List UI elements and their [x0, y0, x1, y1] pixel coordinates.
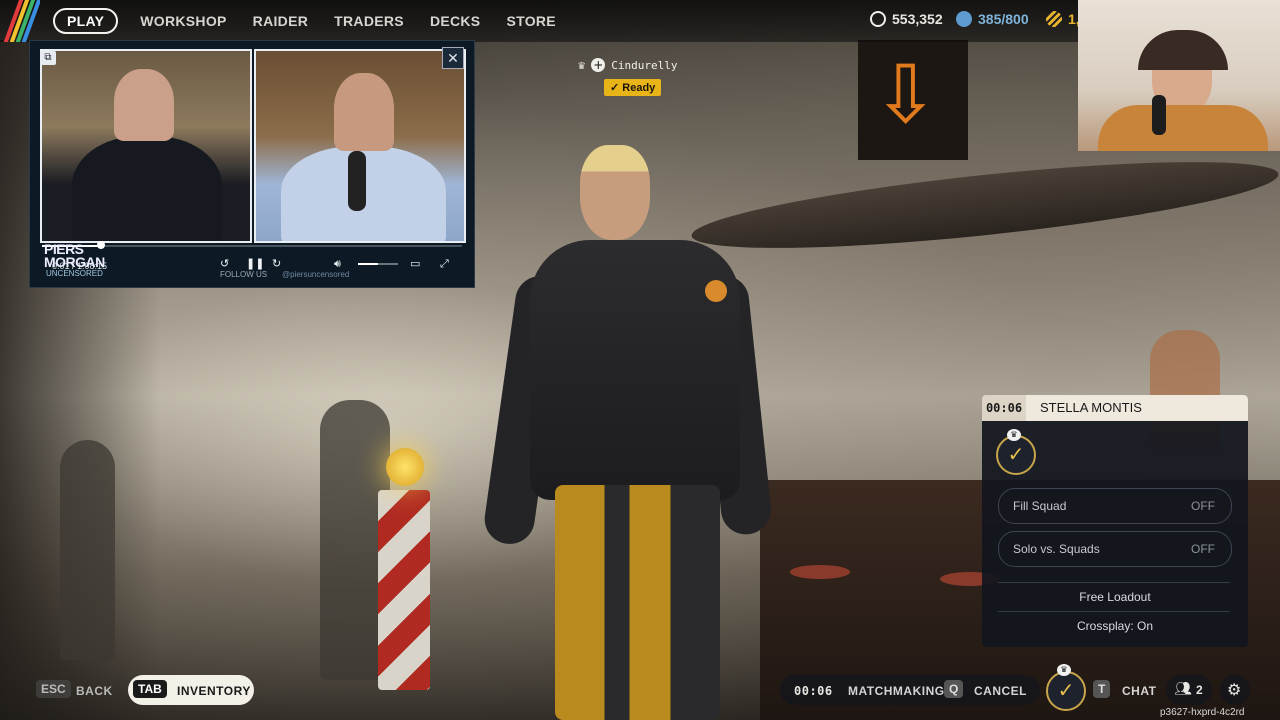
main-nav: PLAY WORKSHOP RAIDER TRADERS DECKS STORE [53, 8, 569, 34]
video-progress-bar[interactable] [42, 241, 462, 249]
chat-label: CHAT [1122, 684, 1157, 698]
tab-key: TAB [133, 680, 167, 698]
free-loadout-option[interactable]: Free Loadout [982, 590, 1248, 604]
t-key: T [1093, 680, 1111, 698]
crown-icon: ♛ [1057, 664, 1071, 676]
streamer-webcam [1078, 0, 1280, 151]
crown-icon: ♛ [1007, 429, 1021, 441]
crossplay-status[interactable]: Crossplay: On [982, 619, 1248, 633]
fill-squad-label: Fill Squad [1013, 499, 1067, 513]
fullscreen-icon[interactable]: ⤢ [440, 257, 449, 271]
coin-icon [870, 11, 886, 27]
striped-coin-icon [1046, 11, 1062, 27]
nav-workshop[interactable]: WORKSHOP [127, 8, 239, 34]
close-icon[interactable]: ✕ [442, 47, 464, 69]
back-label: BACK [76, 684, 113, 698]
divider [998, 582, 1230, 583]
divider [998, 611, 1230, 612]
squad-timer: 00:06 [982, 395, 1026, 421]
matchmaking-timer: 00:06 [794, 684, 833, 698]
shoulder-patch [705, 280, 727, 302]
volume-icon[interactable]: 🔊︎ [334, 257, 341, 271]
squad-panel-header: 00:06 STELLA MONTIS [982, 395, 1248, 421]
party-count: 2 [1196, 683, 1204, 697]
chat-button[interactable]: T CHAT [1090, 675, 1160, 705]
popout-icon[interactable]: ⧉ [40, 51, 56, 65]
striped-barrier [378, 490, 430, 690]
ready-badge: ✓ Ready [604, 79, 662, 96]
add-friend-icon[interactable]: + [591, 58, 606, 72]
headphones [1138, 30, 1228, 70]
forward-icon[interactable]: ↻ [272, 257, 281, 270]
guest-face [334, 73, 394, 151]
nav-decks[interactable]: DECKS [417, 8, 494, 34]
nav-traders[interactable]: TRADERS [321, 8, 417, 34]
pip-video-player[interactable]: ⧉ ✕ PIERS MORGAN 0:01 / 1:08:15 UNCENSOR… [29, 40, 475, 288]
video-frame-right [254, 49, 466, 243]
gear-icon: ⚙ [1227, 680, 1242, 699]
background-npc [60, 440, 115, 660]
cancel-label[interactable]: CANCEL [974, 684, 1027, 698]
crown-icon: ♛ [578, 58, 586, 72]
esc-key: ESC [36, 680, 71, 698]
rewind-icon[interactable]: ↺ [220, 257, 229, 270]
third-currency-balance[interactable]: 1, [1046, 11, 1080, 27]
fill-squad-toggle[interactable]: Fill Squad OFF [998, 488, 1232, 524]
yellow-lamp [386, 448, 424, 486]
ready-label: Ready [622, 82, 656, 94]
nav-raider[interactable]: RAIDER [240, 8, 321, 34]
raider-tokens-balance[interactable]: 385/800 [956, 11, 1029, 27]
solo-vs-squads-label: Solo vs. Squads [1013, 542, 1100, 556]
inventory-button[interactable]: TAB INVENTORY [128, 675, 254, 705]
q-key[interactable]: Q [944, 680, 964, 698]
people-icon: 👥︎ [1174, 681, 1192, 697]
character-pants [555, 485, 720, 720]
inventory-label: INVENTORY [177, 684, 251, 698]
matchmaking-label: MATCHMAKING [848, 684, 945, 698]
video-frame-left [40, 49, 252, 243]
character-jacket [530, 240, 740, 500]
follow-us-text: FOLLOW US [220, 270, 268, 279]
build-code: p3627-hxprd-4c2rd [1160, 707, 1245, 718]
presenter-suit [72, 136, 222, 241]
character-head [580, 145, 650, 240]
arrow-sign: ⇩ [858, 40, 968, 160]
volume-fill [358, 263, 378, 265]
solo-vs-squads-toggle[interactable]: Solo vs. Squads OFF [998, 531, 1232, 567]
brand-stripes [0, 0, 40, 42]
streamer-shirt [1098, 105, 1268, 151]
squad-panel: 00:06 STELLA MONTIS ✓ ♛ Fill Squad OFF S… [982, 395, 1248, 647]
social-handle: @piersuncensored [282, 270, 350, 279]
coins-value: 553,352 [892, 11, 943, 27]
volume-slider[interactable] [358, 263, 398, 265]
token-icon [956, 11, 972, 27]
back-button[interactable]: ESC BACK [30, 675, 120, 705]
lobby-player-name: Cindurelly [611, 58, 678, 72]
matchmaking-bar: 00:06 MATCHMAKING Q CANCEL [780, 675, 1040, 705]
settings-button[interactable]: ⚙ [1220, 675, 1250, 705]
squad-player-name: STELLA MONTIS [1040, 400, 1142, 415]
canopy [688, 144, 1280, 266]
show-logo-sub: UNCENSORED [46, 269, 103, 278]
party-button[interactable]: 👥︎ 2 [1166, 675, 1212, 705]
rank-badge-icon[interactable]: ✓ [1046, 671, 1086, 711]
nav-play[interactable]: PLAY [53, 8, 119, 34]
tokens-value: 385/800 [978, 11, 1029, 27]
raider-character[interactable] [481, 145, 774, 720]
microphone [1152, 95, 1166, 135]
solo-vs-squads-value: OFF [1191, 542, 1215, 556]
nav-store[interactable]: STORE [493, 8, 568, 34]
pause-icon[interactable]: ❚❚ [246, 257, 264, 270]
podcast-microphone [348, 151, 366, 211]
coins-balance[interactable]: 553,352 [870, 11, 943, 27]
captions-icon[interactable]: ▭ [410, 257, 420, 270]
lobby-player-tag: ♛ + Cindurelly [578, 58, 677, 72]
rank-badge-icon[interactable]: ✓ [996, 435, 1036, 475]
bar-stool [790, 565, 850, 579]
presenter-face [114, 69, 174, 141]
fill-squad-value: OFF [1191, 499, 1215, 513]
